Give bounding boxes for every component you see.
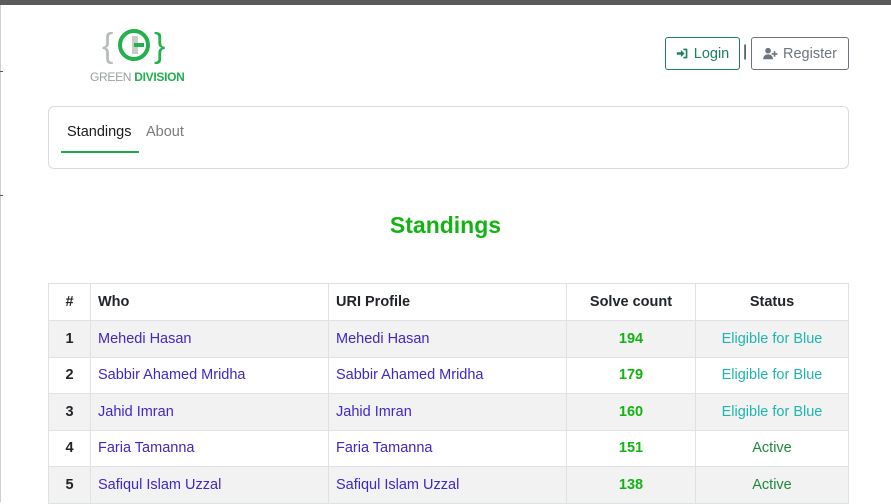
logo-wordmark: GREEN DIVISION — [90, 70, 185, 84]
brand-logo[interactable]: { } GREEN DIVISION — [88, 24, 188, 88]
column-header-who: Who — [90, 283, 329, 321]
edge-mark — [0, 71, 3, 72]
who-cell: Sabbir Ahamed Mridha — [90, 356, 329, 394]
who-link[interactable]: Sabbir Ahamed Mridha — [98, 367, 246, 383]
solve-count-cell: 138 — [566, 466, 696, 504]
logo-wordmark-part2: DIVISION — [134, 70, 185, 84]
who-link[interactable]: Mehedi Hasan — [98, 331, 192, 347]
rank-cell: 3 — [48, 393, 91, 431]
uri-profile-link[interactable]: Faria Tamanna — [336, 440, 432, 456]
tab-standings[interactable]: Standings — [67, 124, 132, 140]
status-cell: Eligible for Blue — [695, 356, 849, 394]
login-button[interactable]: Login — [665, 37, 740, 70]
solve-count-cell: 194 — [566, 320, 696, 358]
uri-profile-cell: Sabbir Ahamed Mridha — [328, 356, 567, 394]
status-cell: Active — [695, 466, 849, 504]
sign-in-icon — [676, 48, 688, 59]
standings-table: # Who URI Profile Solve count Status 1 M… — [48, 283, 849, 504]
register-label: Register — [783, 45, 837, 62]
uri-profile-link[interactable]: Sabbir Ahamed Mridha — [336, 367, 484, 383]
user-plus-icon — [763, 47, 778, 60]
rank-cell: 4 — [48, 429, 91, 467]
status-cell: Active — [695, 429, 849, 467]
rank-cell: 1 — [48, 320, 91, 358]
column-header-status: Status — [695, 283, 849, 321]
who-cell: Jahid Imran — [90, 393, 329, 431]
register-button[interactable]: Register — [751, 37, 849, 70]
uri-profile-cell: Mehedi Hasan — [328, 320, 567, 358]
table-row: 2 Sabbir Ahamed Mridha Sabbir Ahamed Mri… — [48, 356, 849, 394]
who-link[interactable]: Jahid Imran — [98, 404, 174, 420]
table-header-row: # Who URI Profile Solve count Status — [48, 283, 849, 321]
rank-cell: 2 — [48, 356, 91, 394]
who-link[interactable]: Faria Tamanna — [98, 440, 194, 456]
logo-glyph-icon: { } — [102, 27, 165, 65]
uri-profile-cell: Jahid Imran — [328, 393, 567, 431]
who-cell: Mehedi Hasan — [90, 320, 329, 358]
nav-card: Standings About — [48, 106, 849, 169]
column-header-uri-profile: URI Profile — [328, 283, 567, 321]
who-link[interactable]: Safiqul Islam Uzzal — [98, 477, 221, 493]
active-tab-indicator — [61, 151, 139, 153]
auth-separator: | — [743, 43, 748, 60]
who-cell: Safiqul Islam Uzzal — [90, 466, 329, 504]
login-label: Login — [693, 45, 730, 62]
table-row: 1 Mehedi Hasan Mehedi Hasan 194 Eligible… — [48, 320, 849, 358]
edge-mark — [0, 195, 3, 196]
column-header-solve-count: Solve count — [566, 283, 696, 321]
status-cell: Eligible for Blue — [695, 393, 849, 431]
uri-profile-cell: Safiqul Islam Uzzal — [328, 466, 567, 504]
solve-count-cell: 179 — [566, 356, 696, 394]
table-row: 3 Jahid Imran Jahid Imran 160 Eligible f… — [48, 393, 849, 431]
svg-text:{: { — [102, 27, 113, 65]
rank-cell: 5 — [48, 466, 91, 504]
solve-count-cell: 160 — [566, 393, 696, 431]
table-row: 5 Safiqul Islam Uzzal Safiqul Islam Uzza… — [48, 466, 849, 504]
logo-wordmark-part1: GREEN — [90, 70, 132, 84]
window-top-bar — [0, 0, 891, 5]
uri-profile-link[interactable]: Jahid Imran — [336, 404, 412, 420]
column-header-rank: # — [48, 283, 91, 321]
svg-text:}: } — [154, 27, 165, 65]
tab-about[interactable]: About — [146, 124, 184, 140]
table-row: 4 Faria Tamanna Faria Tamanna 151 Active — [48, 429, 849, 467]
status-cell: Eligible for Blue — [695, 320, 849, 358]
uri-profile-link[interactable]: Mehedi Hasan — [336, 331, 430, 347]
who-cell: Faria Tamanna — [90, 429, 329, 467]
uri-profile-link[interactable]: Safiqul Islam Uzzal — [336, 477, 459, 493]
solve-count-cell: 151 — [566, 429, 696, 467]
window-left-edge — [0, 5, 1, 502]
page-title: Standings — [389, 212, 502, 238]
uri-profile-cell: Faria Tamanna — [328, 429, 567, 467]
